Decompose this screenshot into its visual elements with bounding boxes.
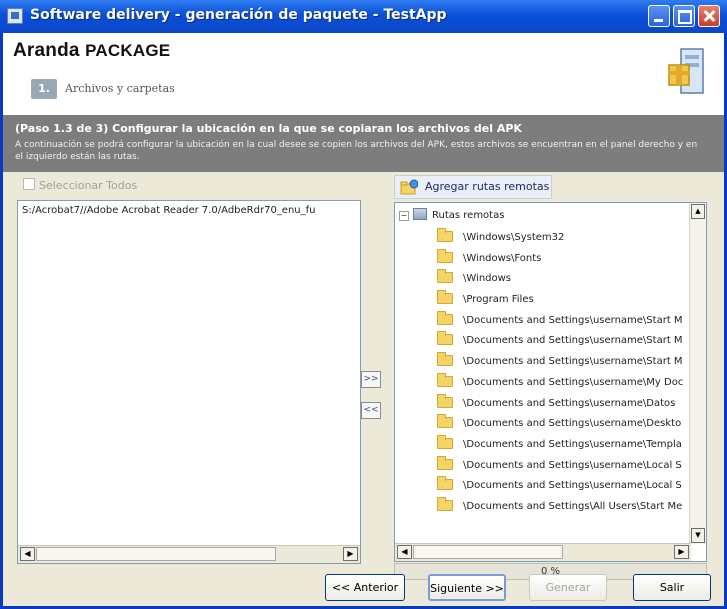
list-item[interactable]: S:/Acrobat7//Adobe Acrobat Reader 7.0/Ad… [22, 205, 342, 216]
minimize-button[interactable] [648, 5, 670, 27]
scroll-down-button[interactable]: ▼ [691, 528, 705, 543]
tree-item-label: \Documents and Settings\username\Datos [463, 397, 676, 409]
tree-item-label: \Documents and Settings\username\My Doc [463, 376, 684, 388]
tree-item-label: \Documents and Settings\username\Deskto [463, 418, 682, 430]
folder-icon [437, 393, 453, 408]
folder-icon [437, 496, 453, 511]
tree-item[interactable]: \Documents and Settings\All Users\Start … [437, 496, 706, 518]
scroll-left-button[interactable]: ◀ [20, 547, 35, 561]
tree-item[interactable]: \Documents and Settings\username\Start M [437, 310, 706, 332]
tree-item[interactable]: \Windows\System32 [437, 228, 706, 249]
tree-item[interactable]: \Documents and Settings\username\Templa [437, 434, 706, 456]
folder-icon [437, 269, 453, 284]
files-list-panel[interactable]: S:/Acrobat7//Adobe Acrobat Reader 7.0/Ad… [17, 200, 361, 564]
add-to-remote-button[interactable]: >> [361, 371, 381, 388]
checkbox-box[interactable] [23, 178, 35, 190]
tree-item-label: \Windows [463, 273, 512, 285]
tree-item-label: \Documents and Settings\username\Local S [463, 459, 682, 471]
select-all-label: Seleccionar Todos [39, 179, 138, 192]
brand-name: Aranda [13, 40, 80, 61]
folder-icon [437, 228, 453, 242]
tree-item[interactable]: \Windows [437, 269, 706, 290]
folder-icon [437, 310, 453, 325]
tree-item[interactable]: \Documents and Settings\username\Local S [437, 455, 706, 477]
tree-item[interactable]: \Windows\Fonts [437, 248, 706, 270]
next-button[interactable]: Siguiente >> [428, 574, 506, 601]
folder-icon [437, 476, 453, 491]
tree-item[interactable]: \Documents and Settings\username\Start M [437, 331, 706, 352]
brand-product: PACKAGE [85, 41, 171, 60]
tree-item-label: \Documents and Settings\username\Local S [463, 480, 682, 492]
scroll-left-button[interactable]: ◀ [397, 545, 412, 559]
tree-item[interactable]: \Documents and Settings\username\Datos [437, 393, 706, 415]
folder-icon [437, 414, 453, 429]
tree-item-label: \Documents and Settings\username\Start M [463, 356, 683, 368]
wizard-window: Software delivery - generación de paquet… [0, 0, 727, 609]
tree-item-label: \Windows\Fonts [463, 252, 542, 264]
brand-logo: Aranda PACKAGE [13, 40, 170, 62]
folder-icon [437, 434, 453, 449]
scroll-thumb[interactable] [36, 547, 276, 561]
tree-item[interactable]: \Documents and Settings\username\Deskto [437, 414, 706, 435]
back-button[interactable]: << Anterior [325, 574, 405, 601]
remote-root-icon [413, 208, 427, 220]
title-bar: Software delivery - generación de paquet… [0, 0, 727, 33]
generate-button[interactable]: Generar [529, 574, 607, 601]
tree-item[interactable]: \Documents and Settings\username\Local S [437, 476, 706, 497]
tree-item-label: \Program Files [463, 294, 534, 306]
tree-item-label: \Documents and Settings\username\Start M [463, 335, 683, 347]
tree-root-label: Rutas remotas [432, 210, 505, 221]
add-remote-label: Agregar rutas remotas [425, 180, 550, 193]
folder-icon [437, 290, 453, 305]
banner-title: (Paso 1.3 de 3) Configurar la ubicación … [15, 122, 522, 135]
tree-item[interactable]: \Documents and Settings\username\My Doc [437, 372, 706, 394]
scroll-right-button[interactable]: ▶ [674, 545, 689, 559]
tree-item-label: \Documents and Settings\username\Templa [463, 438, 682, 450]
exit-button[interactable]: Salir [633, 574, 711, 601]
add-remote-icon [400, 179, 418, 195]
app-icon [7, 8, 23, 24]
banner-description: A continuación se podrá configurar la ub… [15, 140, 698, 162]
package-icon [668, 48, 704, 94]
horizontal-scrollbar[interactable]: ◀ ▶ [395, 543, 691, 561]
folder-icon [437, 331, 453, 346]
scroll-right-button[interactable]: ▶ [343, 547, 358, 561]
scroll-up-button[interactable]: ▲ [691, 204, 705, 219]
window-title: Software delivery - generación de paquet… [30, 7, 447, 23]
maximize-button[interactable] [673, 5, 695, 27]
scroll-thumb[interactable] [413, 545, 563, 559]
collapse-icon[interactable]: − [399, 211, 409, 221]
folder-icon [437, 352, 453, 367]
step-label: Archivos y carpetas [65, 82, 175, 95]
tree-root[interactable]: − Rutas remotas [399, 208, 504, 221]
vertical-scrollbar[interactable]: ▲ ▼ [689, 203, 706, 544]
step-badge: 1. [31, 79, 57, 99]
horizontal-scrollbar[interactable]: ◀ ▶ [18, 545, 360, 563]
tree-item-label: \Documents and Settings\All Users\Start … [463, 500, 683, 512]
close-button[interactable] [698, 5, 720, 27]
wizard-header: Aranda PACKAGE 1. Archivos y carpetas [3, 33, 724, 115]
tree-rows: \Windows\System32 \Windows\Fonts \Windows \… [437, 228, 706, 518]
remove-from-remote-button[interactable]: << [361, 402, 381, 419]
folder-icon [437, 372, 453, 387]
add-remote-paths-button[interactable]: Agregar rutas remotas [394, 175, 552, 199]
folder-icon [437, 248, 453, 263]
tree-item-label: \Windows\System32 [463, 232, 565, 243]
tree-item-label: \Documents and Settings\username\Start M [463, 314, 683, 326]
folder-icon [437, 455, 453, 470]
remote-paths-tree[interactable]: − Rutas remotas \Windows\System32 \Windows… [394, 202, 707, 562]
step-banner: (Paso 1.3 de 3) Configurar la ubicación … [3, 115, 724, 172]
tree-item[interactable]: \Documents and Settings\username\Start M [437, 352, 706, 373]
tree-item[interactable]: \Program Files [437, 290, 706, 311]
select-all-checkbox[interactable]: Seleccionar Todos [23, 178, 137, 192]
